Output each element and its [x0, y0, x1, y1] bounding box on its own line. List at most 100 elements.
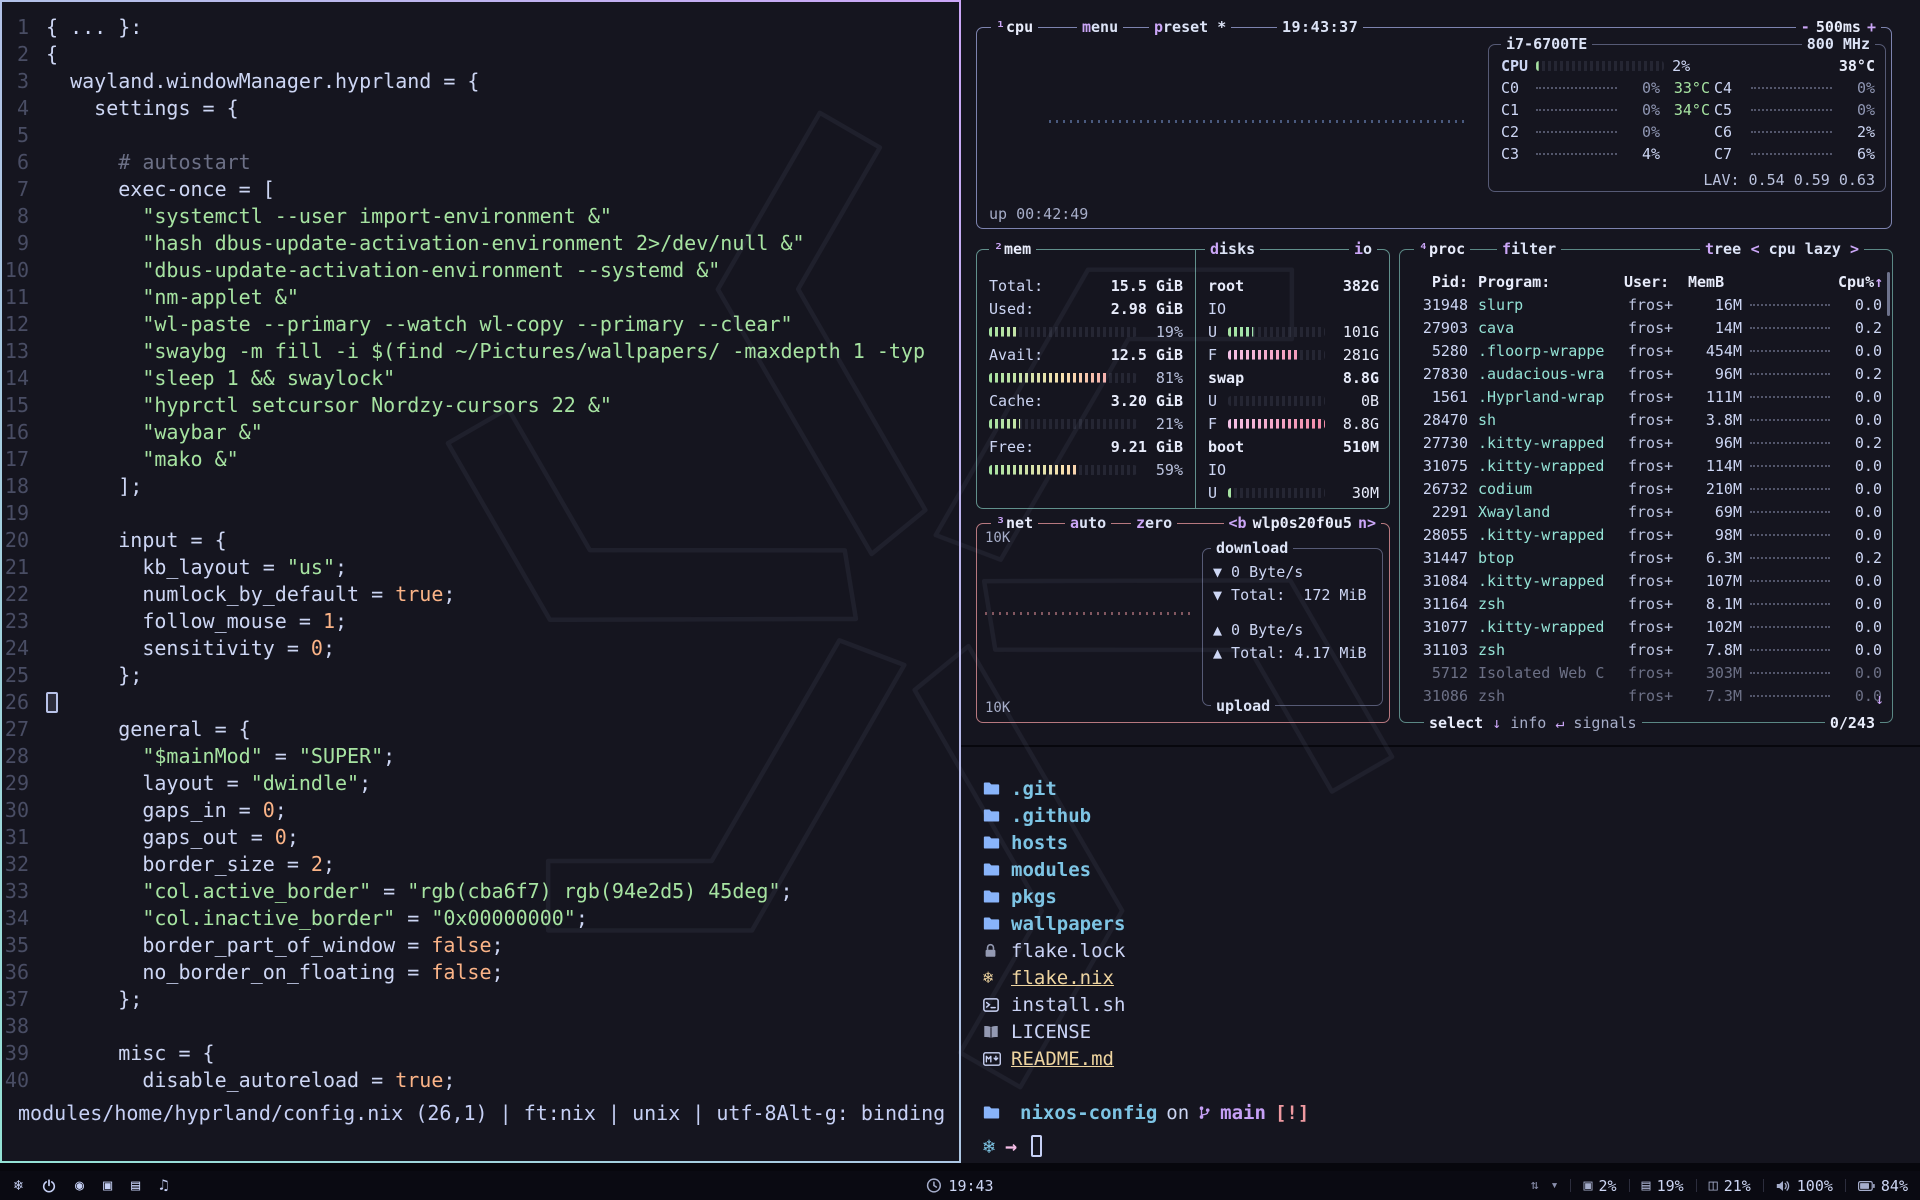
tray-expand-icon[interactable]: ▾ [1551, 1179, 1559, 1192]
process-row[interactable]: 31103zshfros+7.8M0.0 [1412, 638, 1882, 661]
btop-menu-button[interactable]: menu [1077, 17, 1123, 37]
code-line[interactable]: 25 }; [2, 662, 959, 689]
info-hint[interactable]: info [1510, 713, 1546, 733]
header-program[interactable]: Program: [1468, 273, 1624, 291]
nix-logo-icon[interactable]: ❄ [14, 1178, 23, 1193]
code-line[interactable]: 30 gaps_in = 0; [2, 797, 959, 824]
net-next-iface[interactable]: n> [1358, 514, 1376, 532]
code-line[interactable]: 37 }; [2, 986, 959, 1013]
code-line[interactable]: 21 kb_layout = "us"; [2, 554, 959, 581]
process-row[interactable]: 5280.floorp-wrappefros+454M0.0 [1412, 339, 1882, 362]
process-row[interactable]: 27730.kitty-wrappedfros+96M0.2 [1412, 431, 1882, 454]
code-line[interactable]: 28 "$mainMod" = "SUPER"; [2, 743, 959, 770]
process-row[interactable]: 31075.kitty-wrappedfros+114M0.0 [1412, 454, 1882, 477]
code-line[interactable]: 32 border_size = 2; [2, 851, 959, 878]
bar-module-memory[interactable]: ▤19% [1642, 1177, 1684, 1195]
process-row[interactable]: 2291Xwaylandfros+69M0.0 [1412, 500, 1882, 523]
music-icon[interactable]: ♫ [159, 1178, 168, 1193]
code-line[interactable]: 15 "hyprctl setcursor Nordzy-cursors 22 … [2, 392, 959, 419]
code-line[interactable]: 36 no_border_on_floating = false; [2, 959, 959, 986]
code-line[interactable]: 3 wayland.windowManager.hyprland = { [2, 68, 959, 95]
code-line[interactable]: 12 "wl-paste --primary --watch wl-copy -… [2, 311, 959, 338]
process-row[interactable]: 28470shfros+3.8M0.0 [1412, 408, 1882, 431]
bar-module-cpu[interactable]: ▣2% [1583, 1177, 1616, 1195]
process-row[interactable]: 27830.audacious-wrafros+96M0.2 [1412, 362, 1882, 385]
proc-scrollbar-thumb[interactable] [1887, 272, 1890, 316]
launcher-icon[interactable]: ◉ [75, 1178, 84, 1193]
power-icon[interactable] [42, 1179, 56, 1193]
process-row[interactable]: 27903cavafros+14M0.2 [1412, 316, 1882, 339]
code-line[interactable]: 7 exec-once = [ [2, 176, 959, 203]
process-row[interactable]: 1561.Hyprland-wrapfros+111M0.0 [1412, 385, 1882, 408]
code-line[interactable]: 19 [2, 500, 959, 527]
editor-code-area[interactable]: 1{ ... }:2{3 wayland.windowManager.hyprl… [2, 2, 959, 1094]
window-icon[interactable]: ▣ [103, 1178, 112, 1193]
code-line[interactable]: 10 "dbus-update-activation-environment -… [2, 257, 959, 284]
code-line[interactable]: 33 "col.active_border" = "rgb(cba6f7) rg… [2, 878, 959, 905]
code-line[interactable]: 8 "systemctl --user import-environment &… [2, 203, 959, 230]
signals-hint[interactable]: signals [1573, 713, 1636, 733]
code-line[interactable]: 17 "mako &" [2, 446, 959, 473]
code-line[interactable]: 5 [2, 122, 959, 149]
sort-prev-button[interactable]: < [1751, 240, 1760, 258]
shell-input-line[interactable]: ❄ → [983, 1132, 1920, 1159]
process-row[interactable]: 26732codiumfros+210M0.0 [1412, 477, 1882, 500]
code-line[interactable]: 1{ ... }: [2, 14, 959, 41]
code-line[interactable]: 35 border_part_of_window = false; [2, 932, 959, 959]
bar-module-battery[interactable]: 84% [1858, 1177, 1908, 1195]
header-cpu[interactable]: Cpu%↑ [1838, 273, 1882, 291]
proc-filter-button[interactable]: filter [1497, 239, 1561, 259]
code-line[interactable]: 26 [2, 689, 959, 716]
code-line[interactable]: 22 numlock_by_default = true; [2, 581, 959, 608]
terminal-window[interactable]: .git.githubhostsmodulespkgswallpapersfla… [961, 745, 1920, 1163]
process-row[interactable]: 31948slurpfros+16M0.0 [1412, 293, 1882, 316]
code-line[interactable]: 2{ [2, 41, 959, 68]
code-line[interactable]: 23 follow_mouse = 1; [2, 608, 959, 635]
files-icon[interactable]: ▤ [131, 1178, 140, 1193]
process-row[interactable]: 31086zshfros+7.3M0.0 [1412, 684, 1882, 707]
code-line[interactable]: 4 settings = { [2, 95, 959, 122]
code-line[interactable]: 34 "col.inactive_border" = "0x00000000"; [2, 905, 959, 932]
code-line[interactable]: 13 "swaybg -m fill -i $(find ~/Pictures/… [2, 338, 959, 365]
process-row[interactable]: 31164zshfros+8.1M0.0 [1412, 592, 1882, 615]
header-mem[interactable]: MemB [1688, 273, 1742, 291]
scroll-down-icon[interactable]: ↓ [1875, 690, 1884, 708]
proc-box-title[interactable]: ⁴proc [1414, 239, 1470, 259]
network-tray-icon[interactable]: ⇅ [1531, 1179, 1539, 1192]
proc-tree-toggle[interactable]: tree [1700, 239, 1746, 259]
header-pid[interactable]: Pid: [1412, 273, 1468, 291]
code-line[interactable]: 31 gaps_out = 0; [2, 824, 959, 851]
net-zero-toggle[interactable]: zero [1131, 513, 1177, 533]
header-user[interactable]: User: [1624, 273, 1688, 291]
code-line[interactable]: 24 sensitivity = 0; [2, 635, 959, 662]
bar-clock[interactable]: 19:43 [926, 1171, 993, 1200]
btop-preset-button[interactable]: preset * [1149, 17, 1231, 37]
process-row[interactable]: 31084.kitty-wrappedfros+107M0.0 [1412, 569, 1882, 592]
sort-next-button[interactable]: > [1850, 240, 1859, 258]
code-line[interactable]: 29 layout = "dwindle"; [2, 770, 959, 797]
code-line[interactable]: 38 [2, 1013, 959, 1040]
code-line[interactable]: 9 "hash dbus-update-activation-environme… [2, 230, 959, 257]
code-line[interactable]: 39 misc = { [2, 1040, 959, 1067]
btop-window[interactable]: ¹cpu menu preset * 19:43:37 -500ms+ up 0… [961, 0, 1920, 745]
editor-window[interactable]: 1{ ... }:2{3 wayland.windowManager.hyprl… [0, 0, 961, 1163]
process-row[interactable]: 28055.kitty-wrappedfros+98M0.0 [1412, 523, 1882, 546]
code-line[interactable]: 40 disable_autoreload = true; [2, 1067, 959, 1094]
net-auto-toggle[interactable]: auto [1065, 513, 1111, 533]
bar-module-volume[interactable]: 100% [1776, 1177, 1833, 1195]
net-prev-iface[interactable]: <b [1229, 514, 1247, 532]
cpu-box-title[interactable]: ¹cpu [991, 17, 1038, 37]
code-line[interactable]: 14 "sleep 1 && swaylock" [2, 365, 959, 392]
process-row[interactable]: 31077.kitty-wrappedfros+102M0.0 [1412, 615, 1882, 638]
process-row[interactable]: 31447btopfros+6.3M0.2 [1412, 546, 1882, 569]
process-row[interactable]: 5712Isolated Web Cfros+303M0.0 [1412, 661, 1882, 684]
code-line[interactable]: 18 ]; [2, 473, 959, 500]
code-line[interactable]: 11 "nm-applet &" [2, 284, 959, 311]
net-interface-selector[interactable]: <bwlp0s20f0u5n> [1224, 513, 1381, 533]
proc-sort-control[interactable]: < cpu lazy > [1746, 239, 1864, 259]
code-line[interactable]: 16 "waybar &" [2, 419, 959, 446]
code-line[interactable]: 20 input = { [2, 527, 959, 554]
bar-module-disk[interactable]: ◫21% [1709, 1177, 1751, 1195]
code-line[interactable]: 6 # autostart [2, 149, 959, 176]
code-line[interactable]: 27 general = { [2, 716, 959, 743]
